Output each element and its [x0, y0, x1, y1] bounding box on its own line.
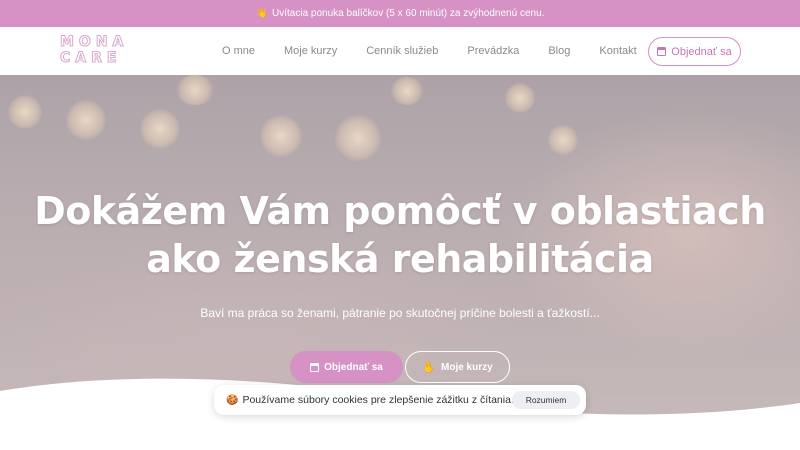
- cookie-text: Používame súbory cookies pre zlepšenie z…: [242, 394, 514, 406]
- hero-courses-label: Moje kurzy: [441, 361, 493, 373]
- promo-text: Uvítacia ponuka balíčkov (5 x 60 minút) …: [272, 8, 545, 19]
- promo-bar: 👋 Uvítacia ponuka balíčkov (5 x 60 minút…: [0, 0, 800, 27]
- main-nav: O mne Moje kurzy Cenník služieb Prevádzk…: [222, 27, 666, 75]
- nav-blog[interactable]: Blog: [548, 45, 570, 57]
- hero-title: Dokážem Vám pomôcť v oblastiach ako žens…: [0, 187, 800, 283]
- cookie-accept-button[interactable]: Rozumiem: [512, 391, 580, 409]
- logo-line-2: CARE: [60, 50, 122, 67]
- hero-subtitle: Baví ma práca so ženami, pátranie po sku…: [200, 306, 600, 320]
- header-order-label: Objednať sa: [671, 45, 732, 58]
- site-header: MONA CARE O mne Moje kurzy Cenník služie…: [0, 27, 800, 75]
- logo-line-1: MONA: [60, 34, 129, 51]
- cookie-banner: 🍪 Používame súbory cookies pre zlepšenie…: [214, 385, 586, 415]
- calendar-icon: [657, 47, 667, 56]
- waving-hand-icon: 👋: [255, 8, 269, 19]
- nav-prevadzka[interactable]: Prevádzka: [467, 45, 519, 57]
- hand-icon: ✋: [422, 361, 436, 374]
- hero-title-line-2: ako ženská rehabilitácia: [146, 237, 654, 281]
- nav-o-mne[interactable]: O mne: [222, 45, 255, 57]
- hero-title-line-1: Dokážem Vám pomôcť v oblastiach: [34, 189, 766, 233]
- nav-cennik[interactable]: Cenník služieb: [366, 45, 438, 57]
- calendar-icon: [310, 362, 320, 372]
- hero-order-label: Objednať sa: [324, 361, 383, 373]
- logo[interactable]: MONA CARE: [60, 34, 124, 68]
- nav-kontakt[interactable]: Kontakt: [599, 45, 636, 57]
- nav-moje-kurzy[interactable]: Moje kurzy: [284, 45, 337, 57]
- cookie-icon: 🍪: [226, 394, 239, 406]
- header-order-button[interactable]: Objednať sa: [648, 37, 741, 66]
